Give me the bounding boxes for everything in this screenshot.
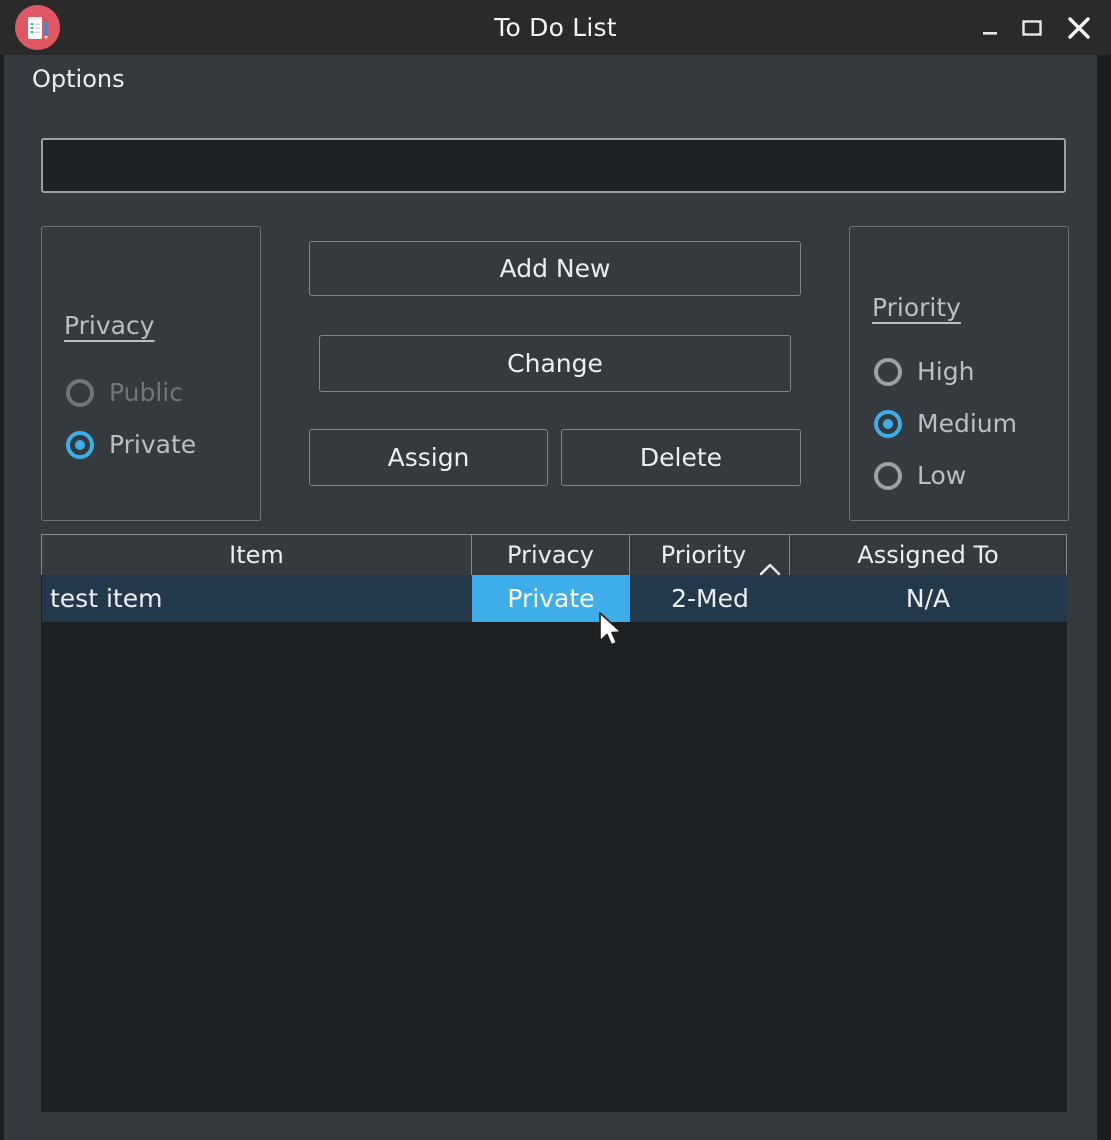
main-content: Privacy Public Private Priority High Med… — [4, 103, 1097, 1140]
priority-group-box: Priority High Medium Low — [849, 226, 1069, 521]
todo-list-window: To Do List Options Privacy Public Privat… — [0, 0, 1111, 1140]
radio-circle-icon — [874, 461, 902, 490]
column-header-label: Privacy — [507, 541, 594, 569]
radio-circle-icon — [66, 378, 94, 407]
close-button[interactable] — [1057, 0, 1101, 55]
radio-label: High — [917, 357, 975, 386]
radio-label: Low — [917, 461, 967, 490]
radio-circle-icon — [874, 357, 902, 386]
minimize-button[interactable] — [968, 0, 1012, 55]
cell-priority[interactable]: 2-Med — [630, 575, 790, 622]
radio-circle-selected-icon — [874, 409, 902, 438]
window-edge-right — [1097, 55, 1111, 1140]
radio-label: Medium — [917, 409, 1017, 438]
menu-item-options[interactable]: Options — [26, 63, 131, 95]
table-body: test item Private 2-Med N/A — [41, 575, 1067, 1112]
column-header-label: Priority — [660, 541, 747, 569]
column-header-assigned-to[interactable]: Assigned To — [790, 535, 1066, 575]
radio-priority-high[interactable]: High — [874, 357, 974, 386]
maximize-button[interactable] — [1010, 0, 1054, 55]
column-header-priority[interactable]: Priority — [630, 535, 790, 576]
delete-button[interactable]: Delete — [561, 429, 801, 486]
column-header-label: Assigned To — [857, 541, 999, 569]
privacy-group-box: Privacy Public Private — [41, 226, 261, 521]
table-row[interactable]: test item Private 2-Med N/A — [42, 575, 1067, 622]
add-new-button[interactable]: Add New — [309, 241, 801, 296]
priority-group-title: Priority — [872, 293, 961, 322]
cell-assigned-to[interactable]: N/A — [790, 575, 1066, 622]
column-header-label: Item — [229, 541, 284, 569]
cell-privacy[interactable]: Private — [472, 575, 630, 622]
radio-circle-selected-icon — [66, 430, 94, 459]
window-title: To Do List — [494, 13, 617, 42]
radio-label: Private — [109, 430, 197, 459]
menu-bar: Options — [4, 55, 1107, 103]
radio-priority-medium[interactable]: Medium — [874, 409, 1017, 438]
item-text-input[interactable] — [41, 138, 1066, 193]
column-header-item[interactable]: Item — [42, 535, 472, 575]
title-bar: To Do List — [0, 0, 1111, 55]
radio-label: Public — [109, 378, 183, 407]
assign-button[interactable]: Assign — [309, 429, 548, 486]
column-header-privacy[interactable]: Privacy — [472, 535, 630, 575]
table-header-row: Item Privacy Priority Assigned To — [41, 534, 1067, 576]
privacy-group-title: Privacy — [64, 311, 155, 340]
change-button[interactable]: Change — [319, 335, 791, 392]
radio-priority-low[interactable]: Low — [874, 461, 966, 490]
cell-item[interactable]: test item — [42, 575, 472, 622]
radio-privacy-public[interactable]: Public — [66, 378, 183, 407]
radio-privacy-private[interactable]: Private — [66, 430, 196, 459]
todo-table: Item Privacy Priority Assigned To test i… — [41, 534, 1067, 1112]
